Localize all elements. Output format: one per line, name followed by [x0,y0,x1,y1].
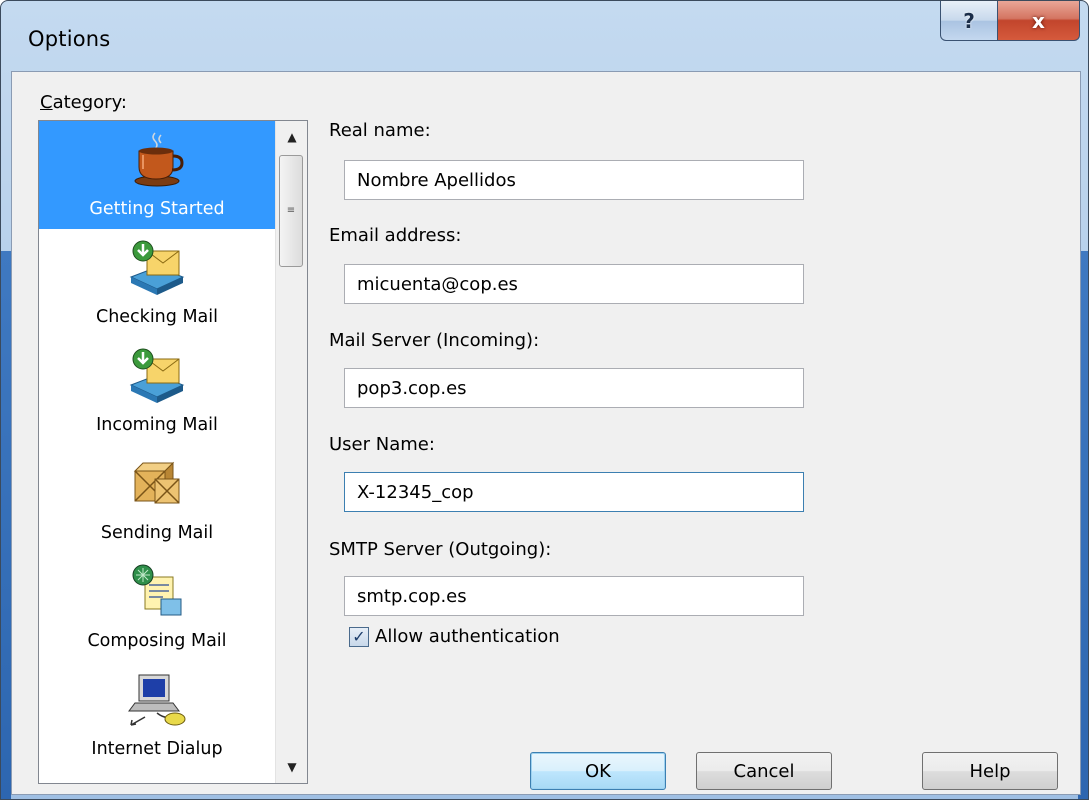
compose-mail-icon [132,564,182,616]
close-button[interactable]: x [998,1,1080,41]
window-title: Options [28,27,111,51]
coffee-cup-icon [134,132,184,187]
options-dialog: Options ? x Category: Getting Started Ch… [0,0,1089,800]
dialog-body: Category: Getting Started Checking Mail … [11,71,1081,795]
category-item-label: Internet Dialup [91,739,223,759]
smtp-server-input[interactable] [344,576,804,616]
category-item-label: Checking Mail [95,307,218,327]
category-item-label: Sending Mail [100,523,214,543]
scroll-thumb[interactable]: ≡ [279,155,303,267]
title-bar[interactable]: Options ? x [1,1,1088,71]
scroll-up-icon[interactable]: ▲ [276,121,307,153]
incoming-server-input[interactable] [344,368,804,408]
packages-icon [133,461,180,504]
category-item-label: Getting Started [89,199,225,219]
category-item-sending-mail[interactable]: Sending Mail [39,445,275,553]
mail-incoming-icon [129,348,185,403]
window-frame-left [1,251,11,799]
scroll-down-icon[interactable]: ▼ [276,751,307,783]
close-icon: x [1032,8,1045,33]
allow-authentication-option[interactable]: ✓ Allow authentication [349,626,560,647]
category-item-getting-started[interactable]: Getting Started [39,121,275,229]
category-item-label: Incoming Mail [96,415,218,435]
incoming-server-label: Mail Server (Incoming): [329,330,540,351]
allow-authentication-label: Allow authentication [375,626,560,647]
category-item-checking-mail[interactable]: Checking Mail [39,229,275,337]
category-item-composing-mail[interactable]: Composing Mail [39,553,275,661]
dialup-computer-icon [128,674,186,726]
category-list[interactable]: Getting Started Checking Mail Incoming M… [38,120,308,784]
real-name-label: Real name: [329,120,431,141]
checkmark-icon: ✓ [352,627,366,646]
ok-button[interactable]: OK [530,752,666,790]
category-scrollbar[interactable]: ▲ ≡ ▼ [275,121,307,783]
title-buttons: ? x [940,1,1080,41]
email-address-label: Email address: [329,225,462,246]
real-name-input[interactable] [344,160,804,200]
help-title-button[interactable]: ? [940,1,998,41]
user-name-label: User Name: [329,434,435,455]
cancel-button[interactable]: Cancel [696,752,832,790]
category-item-incoming-mail[interactable]: Incoming Mail [39,337,275,445]
mail-download-icon [129,240,185,295]
category-items: Getting Started Checking Mail Incoming M… [39,121,275,769]
question-icon: ? [963,8,975,33]
user-name-input[interactable] [344,472,804,512]
allow-authentication-checkbox[interactable]: ✓ [349,626,369,647]
category-item-internet-dialup[interactable]: Internet Dialup [39,661,275,769]
email-address-input[interactable] [344,264,804,304]
help-button[interactable]: Help [922,752,1058,790]
smtp-server-label: SMTP Server (Outgoing): [329,539,552,560]
category-label: Category: [40,92,127,113]
category-item-label: Composing Mail [87,631,227,651]
